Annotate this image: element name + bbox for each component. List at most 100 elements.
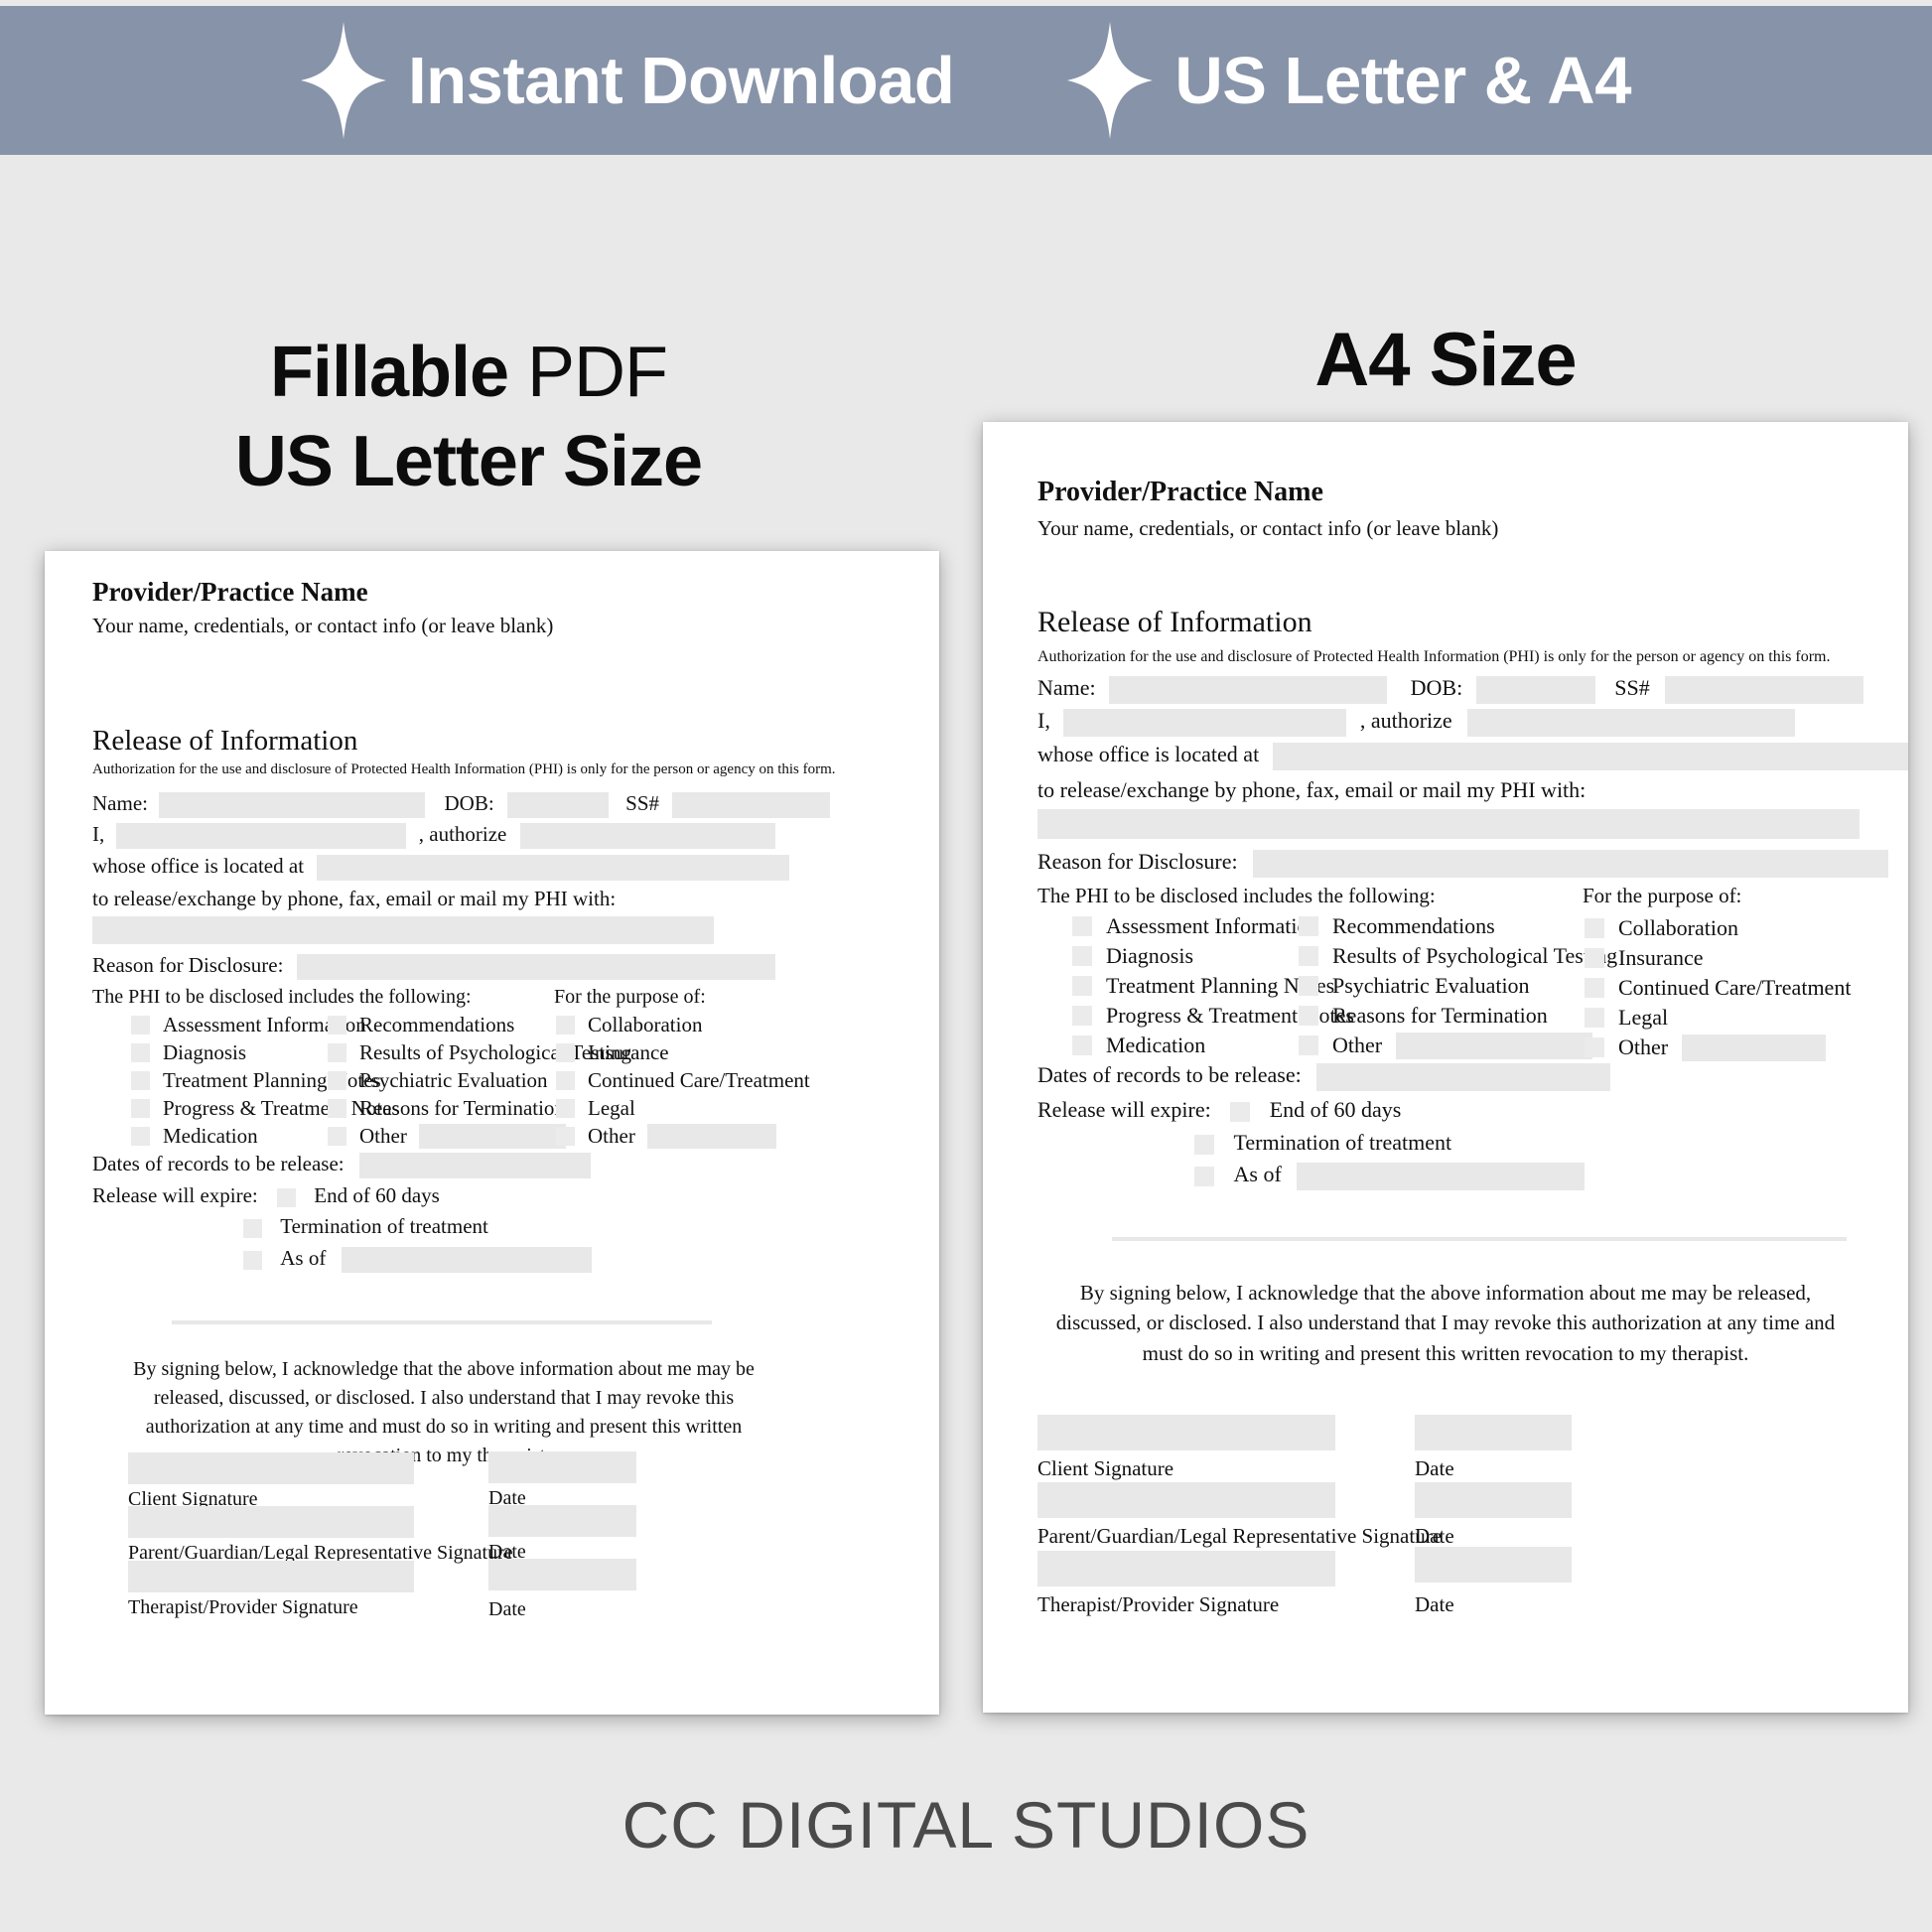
checkbox-row-continued-care-treatment[interactable]: Continued Care/Treatment bbox=[556, 1066, 810, 1094]
checkbox-collaboration[interactable] bbox=[556, 1015, 575, 1035]
input-phi-other[interactable] bbox=[1396, 1032, 1593, 1059]
input-therapist-signature[interactable] bbox=[1037, 1551, 1335, 1587]
checkbox-purpose-other[interactable] bbox=[556, 1126, 575, 1146]
input-dates-of-records[interactable] bbox=[1316, 1062, 1611, 1091]
input-client-date[interactable] bbox=[488, 1451, 636, 1483]
brand-footer: CC DIGITAL STUDIOS bbox=[621, 1788, 1311, 1862]
input-client-name[interactable] bbox=[115, 823, 406, 850]
checkbox-recommendations[interactable] bbox=[1299, 916, 1318, 936]
label-diagnosis: Diagnosis bbox=[163, 1039, 246, 1064]
checkbox-row-continued-care-treatment[interactable]: Continued Care/Treatment bbox=[1585, 973, 1851, 1003]
checkbox-collaboration[interactable] bbox=[1585, 918, 1604, 938]
label-release-will-expire: Release will expire: bbox=[1037, 1097, 1211, 1122]
checkbox-as-of[interactable] bbox=[1194, 1166, 1214, 1186]
label-dates-of-records: Dates of records to be release: bbox=[1037, 1062, 1302, 1087]
checkbox-phi-other[interactable] bbox=[1299, 1035, 1318, 1055]
input-parent-guardian-date[interactable] bbox=[1415, 1482, 1572, 1518]
signature-row-therapist-date: Date bbox=[1415, 1547, 1572, 1617]
checkbox-results-of-psychological-testing[interactable] bbox=[328, 1042, 346, 1062]
checkbox-medication[interactable] bbox=[131, 1126, 150, 1146]
checkbox-end-of-60-days[interactable] bbox=[277, 1187, 297, 1207]
checkbox-phi-other[interactable] bbox=[328, 1126, 346, 1146]
checkbox-row-purpose-other[interactable]: Other bbox=[556, 1122, 810, 1150]
input-release-with[interactable] bbox=[92, 916, 714, 945]
purpose-column: Collaboration Insurance Continued Care/T… bbox=[1585, 913, 1851, 1062]
checkbox-termination-of-treatment[interactable] bbox=[1194, 1134, 1214, 1155]
checkbox-legal[interactable] bbox=[1585, 1008, 1604, 1028]
input-dob[interactable] bbox=[1475, 675, 1595, 704]
input-ssn[interactable] bbox=[672, 792, 831, 819]
input-name[interactable] bbox=[159, 792, 426, 819]
input-dob[interactable] bbox=[506, 792, 609, 819]
input-purpose-other[interactable] bbox=[646, 1123, 776, 1149]
input-authorized-party[interactable] bbox=[519, 823, 775, 850]
checkbox-insurance[interactable] bbox=[1585, 948, 1604, 968]
checkbox-row-collaboration[interactable]: Collaboration bbox=[1585, 913, 1851, 943]
input-client-date[interactable] bbox=[1415, 1415, 1572, 1450]
checkbox-row-recommendations[interactable]: Recommendations bbox=[1299, 911, 1617, 941]
input-ssn[interactable] bbox=[1665, 675, 1864, 704]
checkbox-row-phi-other[interactable]: Other bbox=[1299, 1031, 1617, 1060]
input-client-signature[interactable] bbox=[1037, 1415, 1335, 1450]
input-release-with[interactable] bbox=[1037, 809, 1860, 839]
checkbox-assessment-information[interactable] bbox=[131, 1015, 150, 1035]
checkbox-psychiatric-evaluation[interactable] bbox=[1299, 976, 1318, 996]
document-preview-us-letter[interactable]: Provider/Practice Name Your name, creden… bbox=[45, 551, 939, 1715]
input-as-of-date[interactable] bbox=[1297, 1162, 1586, 1190]
checkbox-diagnosis[interactable] bbox=[1072, 946, 1092, 966]
checkbox-treatment-planning-notes[interactable] bbox=[1072, 976, 1092, 996]
checkbox-progress-treatment-notes[interactable] bbox=[1072, 1006, 1092, 1026]
checkbox-assessment-information[interactable] bbox=[1072, 916, 1092, 936]
checkbox-continued-care-treatment[interactable] bbox=[556, 1070, 575, 1090]
label-as-of: As of bbox=[1233, 1162, 1282, 1186]
input-therapist-date[interactable] bbox=[488, 1559, 636, 1590]
checkbox-psychiatric-evaluation[interactable] bbox=[328, 1070, 346, 1090]
field-row-termination-of-treatment: Termination of treatment bbox=[243, 1214, 488, 1239]
checkbox-row-reasons-for-termination[interactable]: Reasons for Termination bbox=[1299, 1001, 1617, 1031]
input-reason-for-disclosure[interactable] bbox=[1253, 849, 1889, 878]
input-reason-for-disclosure[interactable] bbox=[296, 954, 775, 981]
checkbox-reasons-for-termination[interactable] bbox=[328, 1098, 346, 1118]
checkbox-as-of[interactable] bbox=[243, 1250, 262, 1270]
checkbox-reasons-for-termination[interactable] bbox=[1299, 1006, 1318, 1026]
checkbox-row-insurance[interactable]: Insurance bbox=[556, 1038, 810, 1066]
input-therapist-date[interactable] bbox=[1415, 1547, 1572, 1583]
input-name[interactable] bbox=[1109, 675, 1388, 704]
checkbox-medication[interactable] bbox=[1072, 1035, 1092, 1055]
input-parent-guardian-signature[interactable] bbox=[128, 1506, 414, 1538]
checkbox-results-of-psychological-testing[interactable] bbox=[1299, 946, 1318, 966]
input-therapist-signature[interactable] bbox=[128, 1561, 414, 1592]
checkbox-purpose-other[interactable] bbox=[1585, 1037, 1604, 1057]
checkbox-row-insurance[interactable]: Insurance bbox=[1585, 943, 1851, 973]
checkbox-diagnosis[interactable] bbox=[131, 1042, 150, 1062]
checkbox-insurance[interactable] bbox=[556, 1042, 575, 1062]
field-row-termination-of-treatment: Termination of treatment bbox=[1194, 1130, 1451, 1156]
checkbox-end-of-60-days[interactable] bbox=[1230, 1101, 1251, 1122]
input-client-signature[interactable] bbox=[128, 1452, 414, 1484]
input-office-address[interactable] bbox=[1272, 742, 1908, 770]
checkbox-treatment-planning-notes[interactable] bbox=[131, 1070, 150, 1090]
checkbox-row-collaboration[interactable]: Collaboration bbox=[556, 1011, 810, 1038]
checkbox-row-legal[interactable]: Legal bbox=[556, 1094, 810, 1122]
checkbox-progress-treatment-notes[interactable] bbox=[131, 1098, 150, 1118]
input-purpose-other[interactable] bbox=[1682, 1034, 1827, 1061]
input-client-name[interactable] bbox=[1063, 708, 1347, 737]
checkbox-row-purpose-other[interactable]: Other bbox=[1585, 1033, 1851, 1062]
provider-practice-name: Provider/Practice Name bbox=[92, 577, 368, 607]
input-parent-guardian-date[interactable] bbox=[488, 1505, 636, 1537]
checkbox-continued-care-treatment[interactable] bbox=[1585, 978, 1604, 998]
checkbox-row-psychiatric-evaluation[interactable]: Psychiatric Evaluation bbox=[1299, 971, 1617, 1001]
checkbox-recommendations[interactable] bbox=[328, 1015, 346, 1035]
input-phi-other[interactable] bbox=[418, 1123, 566, 1149]
input-office-address[interactable] bbox=[317, 855, 790, 882]
checkbox-termination-of-treatment[interactable] bbox=[243, 1218, 262, 1238]
checkbox-legal[interactable] bbox=[556, 1098, 575, 1118]
signature-row-client-date: Date bbox=[1415, 1415, 1572, 1481]
input-as-of-date[interactable] bbox=[341, 1247, 592, 1274]
checkbox-row-results-of-psychological-testing[interactable]: Results of Psychological Testing bbox=[1299, 941, 1617, 971]
input-authorized-party[interactable] bbox=[1467, 708, 1796, 737]
input-dates-of-records[interactable] bbox=[358, 1153, 591, 1179]
document-preview-a4[interactable]: Provider/Practice Name Your name, creden… bbox=[983, 422, 1908, 1713]
input-parent-guardian-signature[interactable] bbox=[1037, 1482, 1335, 1518]
checkbox-row-legal[interactable]: Legal bbox=[1585, 1003, 1851, 1033]
